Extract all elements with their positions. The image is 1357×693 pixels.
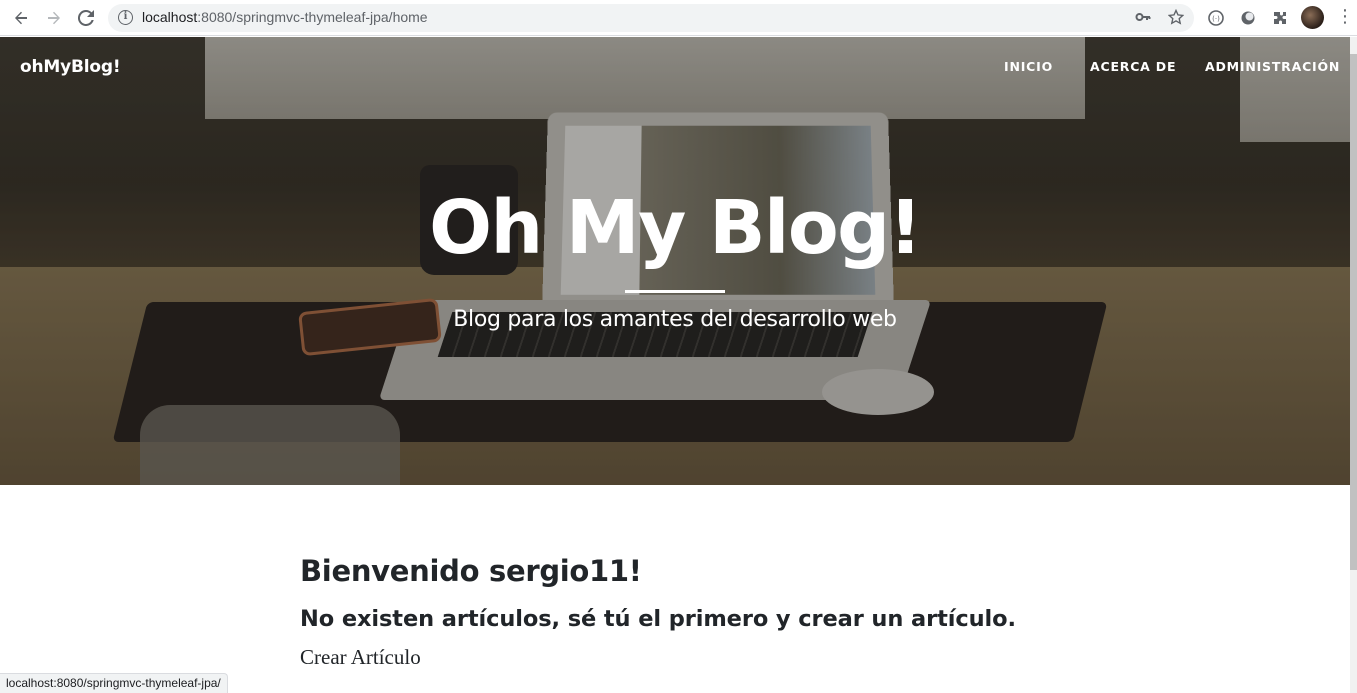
brand-logo[interactable]: ohMyBlog! [20,57,121,77]
create-article-link[interactable]: Crear Artículo [300,645,421,670]
extension-icon[interactable]: (·) [1206,8,1226,28]
nav-administracion[interactable]: ADMINISTRACIÓN [1205,59,1340,74]
page-scrollbar[interactable] [1350,37,1357,693]
forward-icon[interactable] [42,6,66,30]
title-divider [625,290,725,293]
hero-header: ohMyBlog! INICIO ACERCA DE ADMINISTRACIÓ… [0,37,1350,485]
nav-acerca-de[interactable]: ACERCA DE [1090,59,1176,74]
empty-articles-message: No existen artículos, sé tú el primero y… [300,606,1016,632]
browser-toolbar: i localhost:8080/springmvc-thymeleaf-jpa… [0,0,1357,36]
back-icon[interactable] [9,6,33,30]
page-subtitle: Blog para los amantes del desarrollo web [453,307,897,332]
url-text[interactable]: localhost:8080/springmvc-thymeleaf-jpa/h… [142,9,428,25]
info-icon[interactable]: i [118,10,133,25]
menu-icon[interactable]: ⋮ [1336,8,1354,28]
key-icon[interactable] [1135,9,1151,29]
nav-inicio[interactable]: INICIO [1004,59,1053,74]
avatar[interactable] [1301,6,1324,29]
address-bar[interactable]: i localhost:8080/springmvc-thymeleaf-jpa… [108,4,1194,32]
extension-icon[interactable] [1238,8,1258,28]
reload-icon[interactable] [74,6,98,30]
status-bar-url: localhost:8080/springmvc-thymeleaf-jpa/ [0,673,228,693]
page-title: Oh My Blog! [429,185,922,271]
star-icon[interactable] [1167,8,1185,29]
extension-icon[interactable] [1270,8,1290,28]
scrollbar-thumb[interactable] [1350,54,1357,570]
svg-text:(·): (·) [1212,15,1220,23]
welcome-heading: Bienvenido sergio11! [300,554,642,588]
